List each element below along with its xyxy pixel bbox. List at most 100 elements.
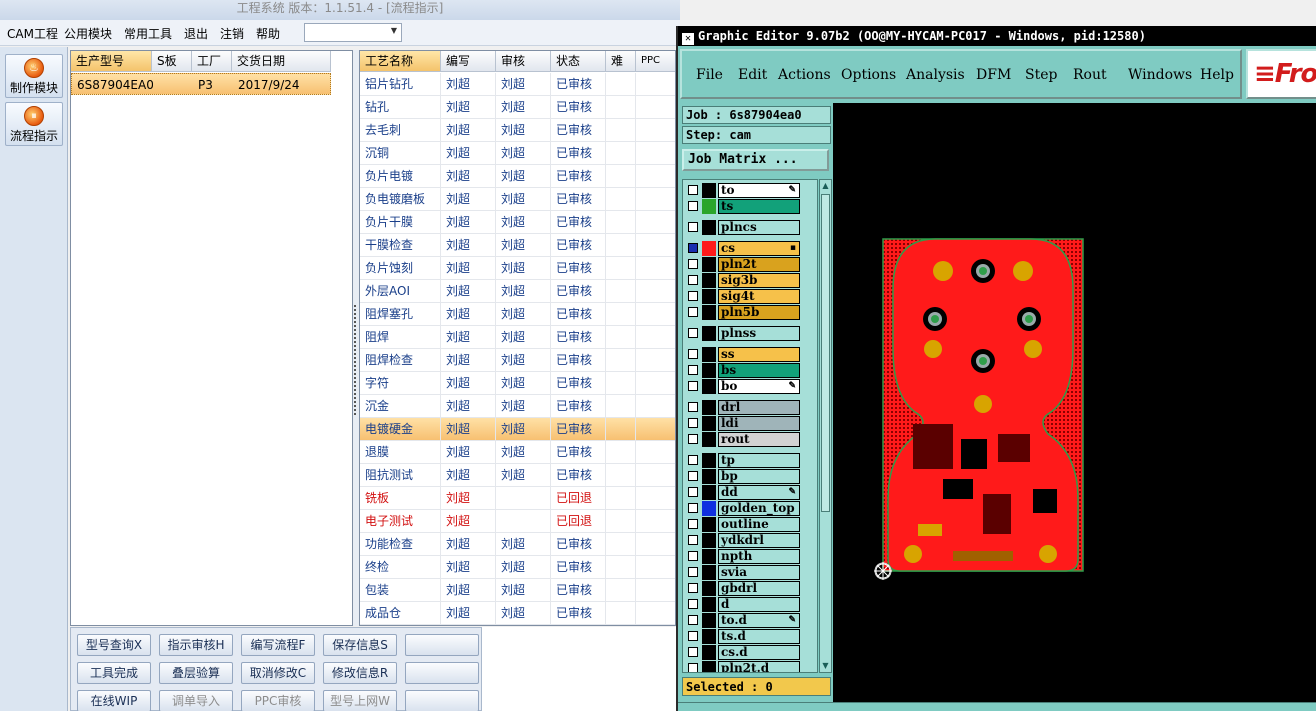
layer-name[interactable]: drl <box>718 400 800 415</box>
layer-color-swatch[interactable] <box>702 581 716 596</box>
layer-row-pln2t[interactable]: pln2t <box>685 257 805 272</box>
layer-checkbox[interactable] <box>688 647 698 657</box>
layer-color-swatch[interactable] <box>702 347 716 362</box>
graphics-canvas[interactable] <box>833 103 1316 704</box>
close-icon[interactable]: ✕ <box>682 33 694 45</box>
table-row[interactable]: 阻焊 刘超 刘超 已审核 <box>360 326 675 349</box>
layer-checkbox[interactable] <box>688 185 698 195</box>
col-header-process[interactable]: 工艺名称 <box>360 51 441 72</box>
table-row[interactable]: 外层AOI 刘超 刘超 已审核 <box>360 280 675 303</box>
layer-row-bp[interactable]: bp <box>685 469 805 484</box>
editor-menu-options[interactable]: Options <box>841 67 896 83</box>
layer-color-swatch[interactable] <box>702 183 716 198</box>
layer-row-ts-d[interactable]: ts.d <box>685 629 805 644</box>
layer-checkbox[interactable] <box>688 487 698 497</box>
layer-row-d[interactable]: d <box>685 597 805 612</box>
table-row[interactable]: 退膜 刘超 刘超 已审核 <box>360 441 675 464</box>
layer-color-swatch[interactable] <box>702 400 716 415</box>
editor-menu-edit[interactable]: Edit <box>738 67 767 83</box>
layer-checkbox[interactable] <box>688 328 698 338</box>
layer-name[interactable]: ts <box>718 199 800 214</box>
layer-color-swatch[interactable] <box>702 629 716 644</box>
editor-menu-rout[interactable]: Rout <box>1073 67 1107 83</box>
scroll-up-icon[interactable]: ▲ <box>821 181 830 191</box>
layer-row-cs[interactable]: cs ▪ <box>685 241 805 256</box>
layer-color-swatch[interactable] <box>702 241 716 256</box>
layer-color-swatch[interactable] <box>702 533 716 548</box>
layer-name[interactable]: to.d ✎ <box>718 613 800 628</box>
layer-checkbox[interactable] <box>688 567 698 577</box>
layer-color-swatch[interactable] <box>702 501 716 516</box>
layer-name[interactable]: ydkdrl <box>718 533 800 548</box>
layer-color-swatch[interactable] <box>702 485 716 500</box>
layer-row-golden_top[interactable]: golden_top <box>685 501 805 516</box>
layer-checkbox[interactable] <box>688 663 698 672</box>
action-button-10[interactable] <box>405 662 479 684</box>
layer-row-sig3b[interactable]: sig3b <box>685 273 805 288</box>
table-row[interactable]: 负电镀磨板 刘超 刘超 已审核 <box>360 188 675 211</box>
layer-name[interactable]: pln2t <box>718 257 800 272</box>
layer-row-bs[interactable]: bs <box>685 363 805 378</box>
table-row[interactable]: 沉金 刘超 刘超 已审核 <box>360 395 675 418</box>
layer-name[interactable]: npth <box>718 549 800 564</box>
layer-name[interactable]: golden_top <box>718 501 800 516</box>
table-row[interactable]: 铣板 刘超 已回退 <box>360 487 675 510</box>
table-row[interactable]: 终检 刘超 刘超 已审核 <box>360 556 675 579</box>
layer-checkbox[interactable] <box>688 455 698 465</box>
menu-exit[interactable]: 退出 <box>184 25 208 42</box>
layer-checkbox[interactable] <box>688 201 698 211</box>
layer-name[interactable]: pln5b <box>718 305 800 320</box>
layer-checkbox[interactable] <box>688 519 698 529</box>
action-button-4[interactable]: 保存信息S <box>323 634 397 656</box>
table-row[interactable]: 负片电镀 刘超 刘超 已审核 <box>360 165 675 188</box>
layer-row-ts[interactable]: ts <box>685 199 805 214</box>
layer-row-bo[interactable]: bo ✎ <box>685 379 805 394</box>
layer-row-plnss[interactable]: plnss <box>685 326 805 341</box>
table-row[interactable]: 干膜检查 刘超 刘超 已审核 <box>360 234 675 257</box>
col-header-model[interactable]: 生产型号 <box>71 51 152 72</box>
layer-color-swatch[interactable] <box>702 597 716 612</box>
layer-color-swatch[interactable] <box>702 289 716 304</box>
layer-checkbox[interactable] <box>688 243 698 253</box>
menu-help[interactable]: 帮助 <box>256 25 280 42</box>
layer-name[interactable]: pln2t.d <box>718 661 800 672</box>
table-row[interactable]: 电镀硬金 刘超 刘超 已审核 <box>360 418 675 441</box>
layer-color-swatch[interactable] <box>702 257 716 272</box>
layer-name[interactable]: ts.d <box>718 629 800 644</box>
editor-menu-windows[interactable]: Windows <box>1128 67 1192 83</box>
layer-checkbox[interactable] <box>688 349 698 359</box>
layer-color-swatch[interactable] <box>702 469 716 484</box>
layer-checkbox[interactable] <box>688 535 698 545</box>
layer-name[interactable]: tp <box>718 453 800 468</box>
table-row[interactable]: 成品仓 刘超 刘超 已审核 <box>360 602 675 625</box>
layer-color-swatch[interactable] <box>702 273 716 288</box>
layer-color-swatch[interactable] <box>702 199 716 214</box>
layer-row-pln2t-d[interactable]: pln2t.d <box>685 661 805 672</box>
layer-name[interactable]: cs ▪ <box>718 241 800 256</box>
action-button-2[interactable]: 指示审核H <box>159 634 233 656</box>
col-header-sboard[interactable]: S板 <box>152 51 192 72</box>
layer-row-pln5b[interactable]: pln5b <box>685 305 805 320</box>
nav-flow-guide[interactable]: ⏸ 流程指示 <box>5 102 63 146</box>
job-matrix-button[interactable]: Job Matrix ... <box>682 149 829 171</box>
menu-logout[interactable]: 注销 <box>220 25 244 42</box>
editor-menu-file[interactable]: File <box>696 67 723 83</box>
layer-row-outline[interactable]: outline <box>685 517 805 532</box>
table-row[interactable]: 负片蚀刻 刘超 刘超 已审核 <box>360 257 675 280</box>
layer-name[interactable]: to ✎ <box>718 183 800 198</box>
layer-color-swatch[interactable] <box>702 379 716 394</box>
layer-name[interactable]: rout <box>718 432 800 447</box>
editor-menu-dfm[interactable]: DFM <box>976 67 1011 83</box>
layer-checkbox[interactable] <box>688 583 698 593</box>
layer-color-swatch[interactable] <box>702 645 716 660</box>
table-row[interactable]: 去毛刺 刘超 刘超 已审核 <box>360 119 675 142</box>
layer-row-gbdrl[interactable]: gbdrl <box>685 581 805 596</box>
col-header-date[interactable]: 交货日期 <box>232 51 331 72</box>
layer-color-swatch[interactable] <box>702 565 716 580</box>
layer-color-swatch[interactable] <box>702 432 716 447</box>
layer-checkbox[interactable] <box>688 599 698 609</box>
layer-color-swatch[interactable] <box>702 416 716 431</box>
layer-checkbox[interactable] <box>688 402 698 412</box>
layer-color-swatch[interactable] <box>702 517 716 532</box>
layer-color-swatch[interactable] <box>702 363 716 378</box>
